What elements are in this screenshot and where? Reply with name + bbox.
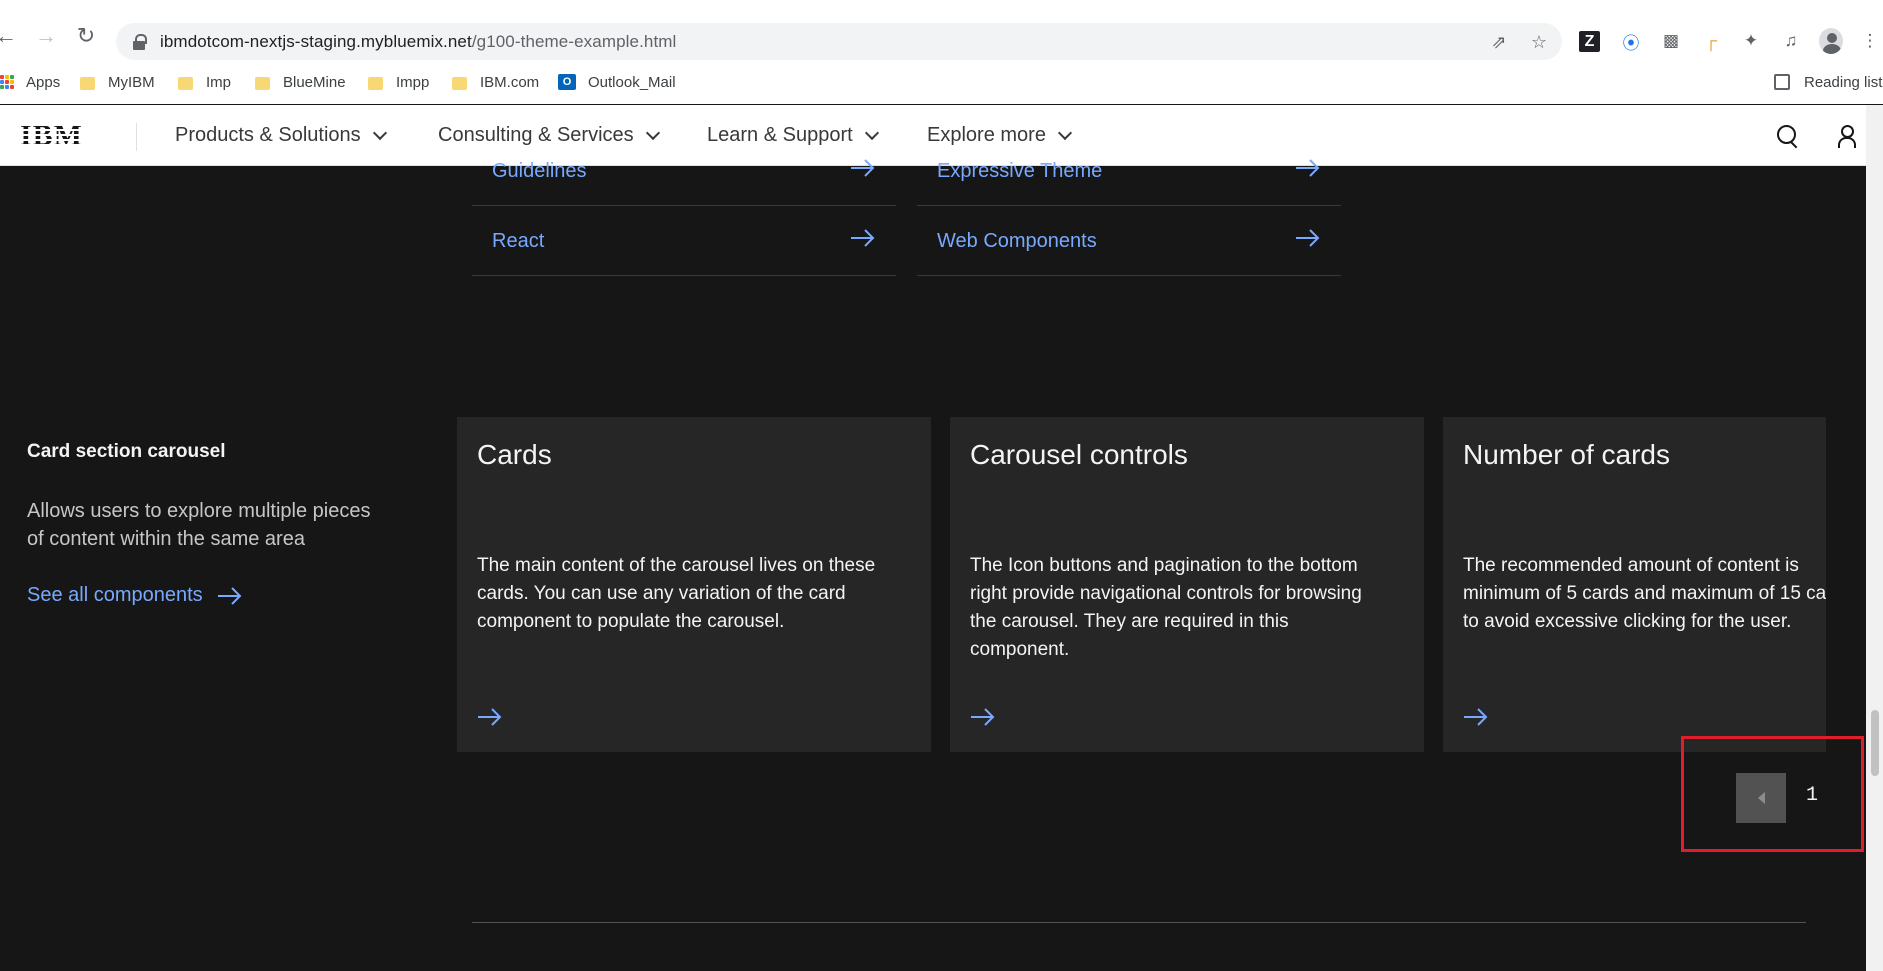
bookmarks-bar: Apps MyIBM Imp BlueMine Impp IBM.com O Ou… — [0, 68, 1883, 96]
folder-icon — [452, 76, 467, 90]
reading-list-icon — [1774, 74, 1790, 90]
link-expressive-theme[interactable]: Expressive Theme — [917, 138, 1341, 206]
viewport-clip — [1826, 417, 1866, 971]
card-body: The main content of the carousel lives o… — [477, 555, 876, 632]
apps-grid-icon — [0, 75, 14, 89]
card-title: Number of cards — [1463, 439, 1670, 470]
carousel-card-cards[interactable]: Cards The main content of the carousel l… — [457, 417, 931, 752]
arrow-right-icon — [970, 707, 996, 732]
extensions-puzzle-icon[interactable]: ✦ — [1739, 29, 1763, 53]
arrow-right-icon — [477, 707, 503, 732]
carousel-card-controls[interactable]: Carousel controls The Icon buttons and p… — [950, 417, 1424, 752]
bookmark-imp[interactable]: Imp — [178, 68, 231, 96]
folder-icon — [255, 76, 270, 90]
arrow-right-icon — [850, 228, 876, 248]
address-bar[interactable]: ibmdotcom-nextjs-staging.mybluemix.net/g… — [116, 23, 1562, 60]
card-body: The recommended amount of content is min… — [1463, 555, 1853, 632]
profile-avatar-icon[interactable] — [1819, 28, 1843, 54]
compass-extension-icon[interactable]: ⦿ — [1619, 29, 1643, 53]
browser-menu-icon[interactable]: ⋮ — [1858, 29, 1882, 53]
card-body: The Icon buttons and pagination to the b… — [970, 555, 1362, 660]
link-react[interactable]: React — [472, 208, 896, 276]
arrow-right-icon — [850, 158, 876, 178]
card-title: Cards — [477, 439, 552, 470]
outlook-icon: O — [558, 74, 576, 90]
code-extension-icon[interactable]: ▩ — [1659, 29, 1683, 53]
section-divider — [472, 922, 1806, 923]
bookmark-ibmcom[interactable]: IBM.com — [452, 68, 539, 96]
bookmark-star-icon[interactable]: ☆ — [1528, 31, 1550, 53]
lock-icon — [132, 33, 147, 50]
arrow-right-icon — [217, 586, 243, 606]
user-profile-icon[interactable] — [1836, 123, 1858, 149]
reading-list[interactable]: Reading list — [1774, 68, 1882, 96]
forward-icon[interactable]: → — [34, 23, 58, 48]
bookmark-outlook[interactable]: O Outlook_Mail — [558, 68, 676, 96]
bookmark-myibm[interactable]: MyIBM — [80, 68, 155, 96]
card-title: Carousel controls — [970, 439, 1188, 470]
chevron-down-icon — [372, 125, 387, 140]
see-all-components-link[interactable]: See all components — [27, 584, 243, 607]
url-text: ibmdotcom-nextjs-staging.mybluemix.net/g… — [160, 31, 677, 51]
folder-icon — [80, 76, 95, 90]
highlight-annotation — [1681, 736, 1864, 852]
link-guidelines[interactable]: Guidelines — [472, 138, 896, 206]
bookmark-apps[interactable]: Apps — [0, 68, 60, 96]
share-icon[interactable]: ⇗ — [1488, 31, 1510, 53]
carousel-card-number[interactable]: Number of cards The recommended amount o… — [1443, 417, 1883, 752]
media-control-icon[interactable]: ♫ — [1779, 29, 1803, 53]
arrow-right-icon — [1295, 228, 1321, 248]
bookmark-bluemine[interactable]: BlueMine — [255, 68, 346, 96]
browser-chrome: ← → ↻ ibmdotcom-nextjs-staging.mybluemix… — [0, 0, 1883, 104]
masthead-divider — [136, 123, 137, 151]
ibm-logo[interactable]: IBM — [20, 121, 83, 151]
ruler-extension-icon[interactable]: ┌ — [1699, 29, 1723, 53]
page-scrollbar-thumb[interactable] — [1871, 710, 1879, 776]
menu-products-solutions[interactable]: Products & Solutions — [175, 105, 387, 166]
zotero-extension-icon[interactable]: Z — [1579, 31, 1600, 52]
section-description: Allows users to explore multiple pieces … — [27, 500, 371, 550]
link-web-components[interactable]: Web Components — [917, 208, 1341, 276]
arrow-right-icon — [1463, 707, 1489, 732]
bookmark-impp[interactable]: Impp — [368, 68, 429, 96]
folder-icon — [178, 76, 193, 90]
back-icon[interactable]: ← — [0, 23, 18, 48]
reload-icon[interactable]: ↻ — [74, 23, 98, 48]
section-title: Card section carousel — [27, 441, 226, 462]
page-scrollbar[interactable] — [1866, 105, 1883, 971]
arrow-right-icon — [1295, 158, 1321, 178]
folder-icon — [368, 76, 383, 90]
search-icon[interactable] — [1776, 124, 1800, 148]
